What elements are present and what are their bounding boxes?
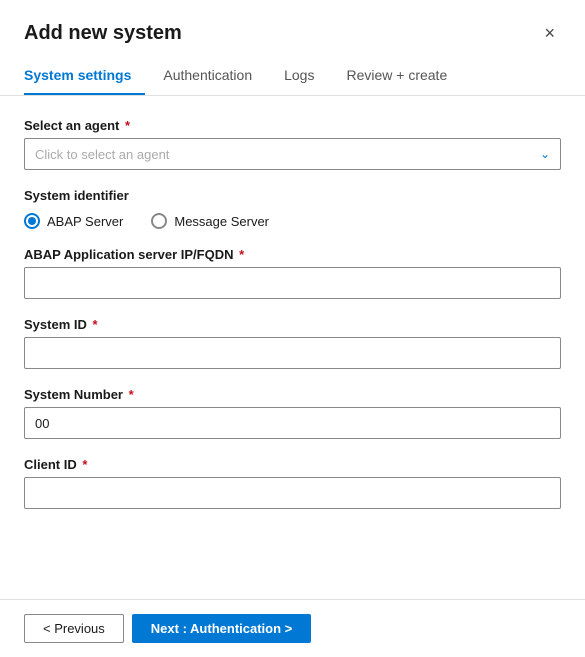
tab-authentication[interactable]: Authentication <box>163 59 266 95</box>
agent-select[interactable]: Click to select an agent ⌄ <box>24 138 561 170</box>
system-number-group: System Number * <box>24 387 561 439</box>
abap-server-label: ABAP Server <box>47 214 123 229</box>
message-server-label: Message Server <box>174 214 269 229</box>
system-id-required: * <box>89 317 98 332</box>
next-button[interactable]: Next : Authentication > <box>132 614 311 643</box>
previous-button[interactable]: < Previous <box>24 614 124 643</box>
radio-message-server[interactable]: Message Server <box>151 213 269 229</box>
system-identifier-label: System identifier <box>24 188 561 203</box>
agent-label: Select an agent * <box>24 118 561 133</box>
system-number-input[interactable] <box>24 407 561 439</box>
agent-select-group: Select an agent * Click to select an age… <box>24 118 561 170</box>
system-id-input[interactable] <box>24 337 561 369</box>
agent-required: * <box>121 118 130 133</box>
modal-body: Select an agent * Click to select an age… <box>0 96 585 599</box>
tab-review-create[interactable]: Review + create <box>346 59 461 95</box>
abap-ip-required: * <box>236 247 245 262</box>
radio-group: ABAP Server Message Server <box>24 213 561 229</box>
client-id-label: Client ID * <box>24 457 561 472</box>
modal-title: Add new system <box>24 22 182 45</box>
system-identifier-group: System identifier ABAP Server Message Se… <box>24 188 561 229</box>
abap-ip-input[interactable] <box>24 267 561 299</box>
system-number-required: * <box>125 387 134 402</box>
add-system-modal: Add new system × System settings Authent… <box>0 0 585 657</box>
abap-ip-label: ABAP Application server IP/FQDN * <box>24 247 561 262</box>
abap-radio-circle <box>24 213 40 229</box>
modal-header: Add new system × <box>0 0 585 45</box>
system-id-label: System ID * <box>24 317 561 332</box>
system-id-group: System ID * <box>24 317 561 369</box>
message-radio-circle <box>151 213 167 229</box>
abap-ip-group: ABAP Application server IP/FQDN * <box>24 247 561 299</box>
tab-logs[interactable]: Logs <box>284 59 328 95</box>
radio-abap-server[interactable]: ABAP Server <box>24 213 123 229</box>
system-number-label: System Number * <box>24 387 561 402</box>
tab-system-settings[interactable]: System settings <box>24 59 145 95</box>
close-button[interactable]: × <box>538 22 561 44</box>
client-id-required: * <box>79 457 88 472</box>
client-id-input[interactable] <box>24 477 561 509</box>
chevron-down-icon: ⌄ <box>540 147 550 161</box>
modal-footer: < Previous Next : Authentication > <box>0 599 585 657</box>
tab-bar: System settings Authentication Logs Revi… <box>0 59 585 96</box>
client-id-group: Client ID * <box>24 457 561 509</box>
agent-placeholder: Click to select an agent <box>35 147 169 162</box>
